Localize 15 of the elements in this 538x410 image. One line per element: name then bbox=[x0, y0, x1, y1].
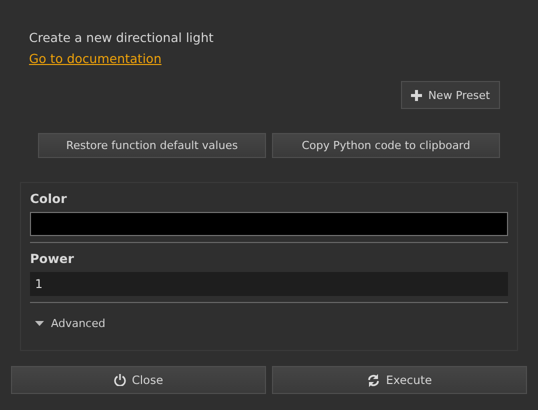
description-text: Create a new directional light bbox=[29, 30, 214, 45]
action-button[interactable]: Restore function default values bbox=[38, 133, 266, 158]
documentation-link[interactable]: Go to documentation bbox=[29, 51, 162, 66]
color-field[interactable] bbox=[30, 212, 508, 236]
execute-button[interactable]: Execute bbox=[272, 366, 527, 394]
close-button[interactable]: Close bbox=[11, 366, 266, 394]
power-icon bbox=[114, 374, 126, 386]
parameter-label: Power bbox=[30, 251, 75, 266]
number-field[interactable]: 1 bbox=[30, 272, 508, 296]
action-button[interactable]: Copy Python code to clipboard bbox=[272, 133, 500, 158]
advanced-toggle[interactable]: Advanced bbox=[30, 313, 110, 334]
refresh-icon bbox=[367, 374, 380, 386]
parameter-label: Color bbox=[30, 191, 68, 206]
new-preset-button[interactable]: New Preset bbox=[401, 81, 500, 109]
plus-icon bbox=[411, 90, 422, 100]
